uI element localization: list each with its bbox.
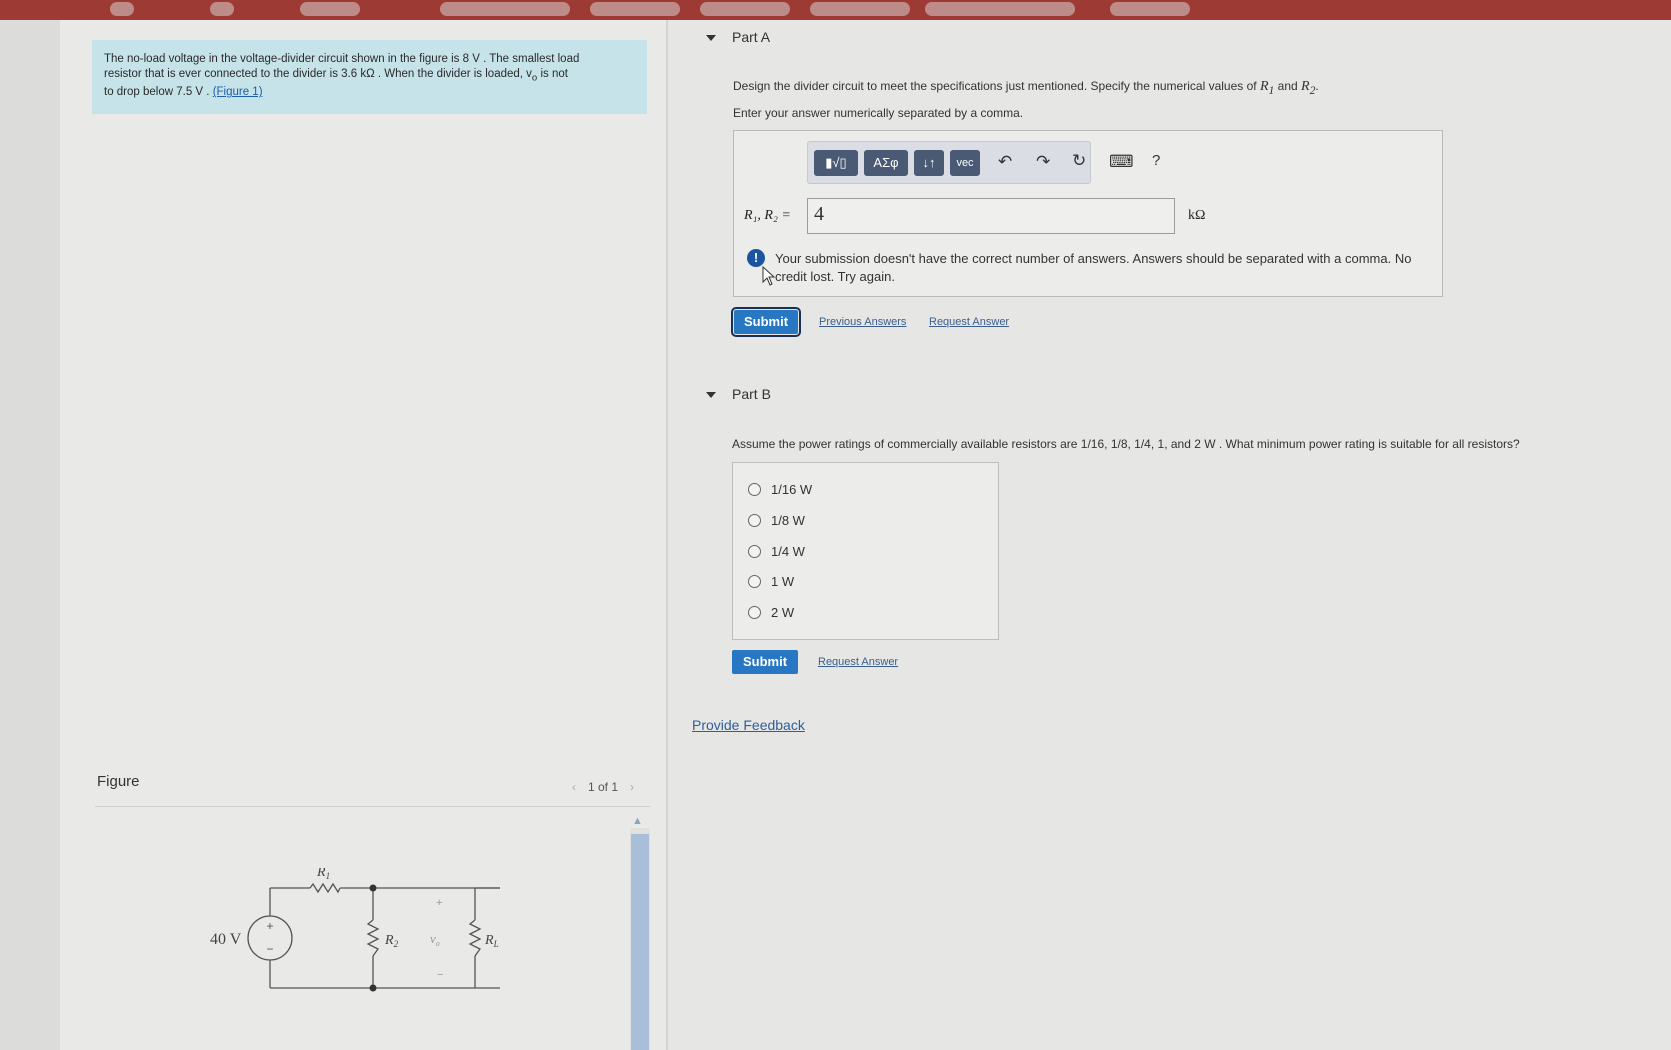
option-1-4-w[interactable]: 1/4 W: [748, 543, 805, 559]
option-2-w[interactable]: 2 W: [748, 604, 794, 620]
bookmark-icon[interactable]: [110, 2, 134, 16]
part-a-request-answer-link[interactable]: Request Answer: [929, 316, 1009, 328]
part-a-question: Design the divider circuit to meet the s…: [733, 79, 1319, 97]
option-1-w[interactable]: 1 W: [748, 573, 794, 589]
junction-node: [369, 884, 377, 892]
problem-line-2: resistor that is ever connected to the d…: [104, 68, 568, 84]
r1-label: R1: [316, 868, 330, 881]
part-b-request-answer-link[interactable]: Request Answer: [818, 656, 898, 668]
radio-button[interactable]: [748, 483, 761, 497]
source-minus: −: [266, 942, 273, 956]
help-icon[interactable]: ?: [1152, 152, 1160, 169]
answer-label: R₁, R₂ =: [744, 208, 791, 223]
r2-label: R2: [384, 933, 399, 949]
rl-label: RL: [484, 933, 499, 949]
bookmark-item[interactable]: [440, 2, 570, 16]
part-a-header[interactable]: Part A: [706, 29, 770, 45]
bookmark-item[interactable]: [300, 2, 360, 16]
scroll-up-icon[interactable]: ▲: [632, 815, 643, 827]
error-message: Your submission doesn't have the correct…: [775, 251, 1412, 284]
figure-label: Figure: [97, 773, 140, 790]
part-b-header[interactable]: Part B: [706, 386, 771, 402]
part-b-submit-button[interactable]: Submit: [732, 650, 798, 674]
templates-button[interactable]: ▮√▯: [814, 150, 858, 176]
bookmark-item[interactable]: [925, 2, 1075, 16]
bookmark-item[interactable]: [810, 2, 910, 16]
vo-plus: +: [436, 897, 442, 909]
part-a-submit-button[interactable]: Submit: [731, 307, 801, 337]
undo-icon[interactable]: ↶: [998, 152, 1012, 172]
vector-button[interactable]: vec: [950, 150, 980, 176]
answer-unit: kΩ: [1188, 208, 1206, 223]
reset-icon[interactable]: ↻: [1072, 151, 1086, 171]
collapse-triangle-icon[interactable]: [706, 392, 716, 399]
answer-input[interactable]: 4: [807, 198, 1175, 234]
keyboard-icon[interactable]: ⌨: [1109, 152, 1134, 172]
figure-pager-text: 1 of 1: [588, 780, 619, 794]
circuit-diagram: + − 40 V R1 R2 RL + − vo: [210, 868, 500, 992]
previous-answers-link[interactable]: Previous Answers: [819, 316, 906, 328]
option-1-16-w[interactable]: 1/16 W: [748, 481, 812, 497]
option-1-8-w[interactable]: 1/8 W: [748, 512, 805, 528]
chevron-left-icon[interactable]: ‹: [572, 780, 576, 794]
source-voltage-label: 40 V: [210, 931, 242, 948]
radio-button[interactable]: [748, 514, 761, 528]
provide-feedback-link[interactable]: Provide Feedback: [692, 717, 805, 733]
problem-statement: The no-load voltage in the voltage-divid…: [92, 40, 647, 114]
figure-divider: [95, 806, 650, 807]
collapse-triangle-icon[interactable]: [706, 35, 716, 42]
error-icon: !: [747, 249, 765, 267]
bookmark-icon[interactable]: [210, 2, 234, 16]
arrows-button[interactable]: ↓↑: [914, 150, 944, 176]
figure-pager: ‹ 1 of 1 ›: [560, 780, 646, 794]
bookmark-item[interactable]: [700, 2, 790, 16]
math-toolbar: ▮√▯ ΑΣφ ↓↑ vec ↶ ↷ ↻: [807, 141, 1091, 184]
vo-label: vo: [430, 931, 440, 948]
radio-button[interactable]: [748, 575, 761, 589]
source-plus: +: [266, 919, 273, 933]
radio-button[interactable]: [748, 545, 761, 559]
radio-button[interactable]: [748, 606, 761, 620]
bookmark-item[interactable]: [590, 2, 680, 16]
mouse-pointer-icon: [762, 266, 776, 286]
figure-link[interactable]: (Figure 1): [213, 86, 263, 98]
panel-divider: [666, 20, 668, 1050]
chevron-right-icon[interactable]: ›: [630, 780, 634, 794]
problem-line-1: The no-load voltage in the voltage-divid…: [104, 53, 580, 65]
redo-icon[interactable]: ↷: [1036, 152, 1050, 172]
figure-scrollbar-thumb[interactable]: [631, 834, 649, 1050]
bookmark-item[interactable]: [1110, 2, 1190, 16]
part-b-question: Assume the power ratings of commercially…: [732, 437, 1520, 451]
screen-margin: [0, 20, 60, 1050]
browser-bookmarks-bar: [0, 0, 1671, 20]
junction-node: [369, 984, 377, 992]
vo-minus: −: [437, 969, 443, 981]
greek-symbols-button[interactable]: ΑΣφ: [864, 150, 908, 176]
part-a-instruction: Enter your answer numerically separated …: [733, 106, 1024, 120]
problem-line-3: to drop below 7.5 V . (Figure 1): [104, 86, 263, 99]
